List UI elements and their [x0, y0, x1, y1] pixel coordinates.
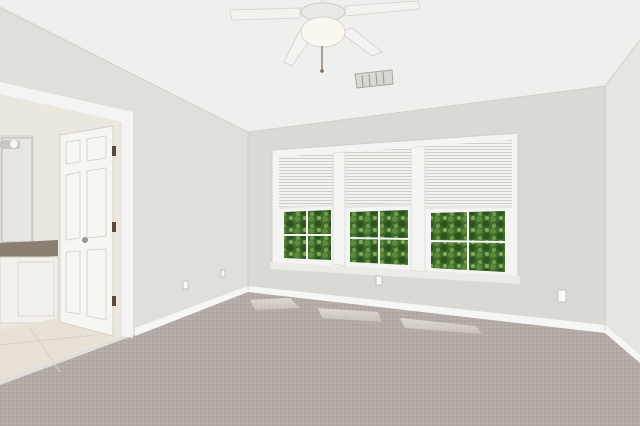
bedroom-scene — [0, 0, 640, 426]
window-right[interactable] — [425, 140, 512, 272]
door-hinge-icon — [112, 296, 116, 306]
door-hinge-icon — [112, 146, 116, 156]
electrical-outlet-icon — [182, 280, 189, 290]
door-hinge-icon — [112, 222, 116, 232]
vanity-cabinet — [0, 256, 59, 324]
bathroom-door[interactable] — [59, 125, 116, 337]
electrical-outlet-icon — [557, 289, 567, 303]
window-group — [270, 132, 520, 284]
door-knob-icon[interactable] — [82, 237, 88, 243]
electrical-outlet-icon — [220, 269, 226, 278]
right-wall — [605, 40, 640, 362]
electrical-outlet-icon — [375, 275, 383, 286]
